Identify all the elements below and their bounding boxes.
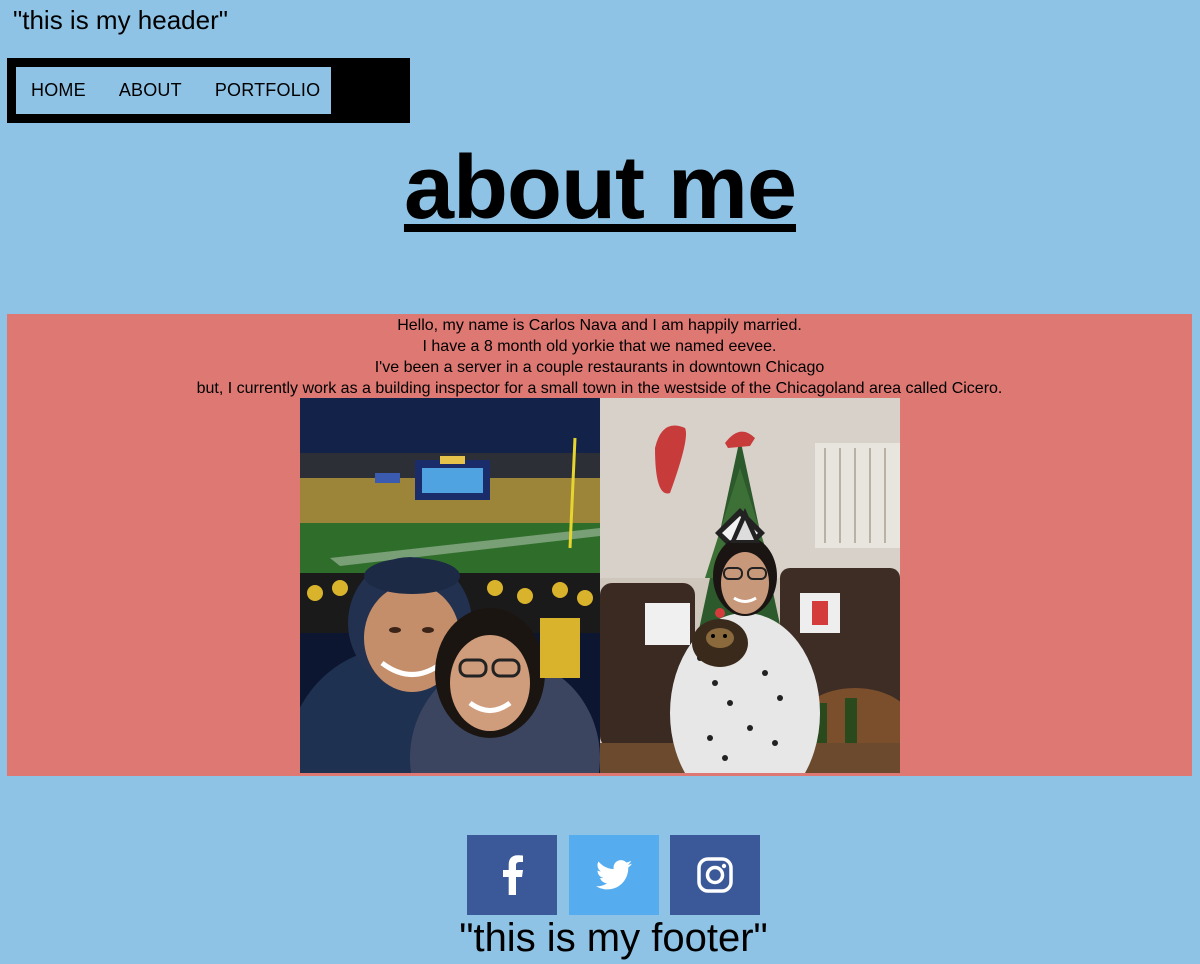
nav-link-portfolio[interactable]: PORTFOLIO	[215, 80, 321, 101]
header-text: "this is my header"	[13, 5, 228, 35]
living-room-photo	[600, 398, 900, 773]
nav-link-about[interactable]: ABOUT	[119, 80, 182, 101]
about-line: but, I currently work as a building insp…	[196, 380, 1003, 397]
facebook-button[interactable]	[467, 835, 557, 915]
about-line: I have a 8 month old yorkie that we name…	[422, 338, 777, 355]
nav-bar: HOME ABOUT PORTFOLIO	[7, 58, 410, 123]
about-text: Hello, my name is Carlos Nava and I am h…	[7, 315, 1192, 399]
instagram-icon	[697, 857, 733, 893]
nav-link-home[interactable]: HOME	[31, 80, 86, 101]
about-line: Hello, my name is Carlos Nava and I am h…	[397, 317, 802, 334]
instagram-button[interactable]	[670, 835, 760, 915]
about-line: I've been a server in a couple restauran…	[374, 359, 825, 376]
page-title: about me	[403, 138, 797, 238]
facebook-icon	[503, 855, 523, 895]
nav-links: HOME ABOUT PORTFOLIO	[16, 67, 331, 114]
about-section: Hello, my name is Carlos Nava and I am h…	[7, 314, 1192, 776]
twitter-icon	[596, 860, 632, 890]
footer-text: "this is my footer"	[459, 916, 768, 960]
stadium-selfie-photo	[300, 398, 600, 773]
twitter-button[interactable]	[569, 835, 659, 915]
